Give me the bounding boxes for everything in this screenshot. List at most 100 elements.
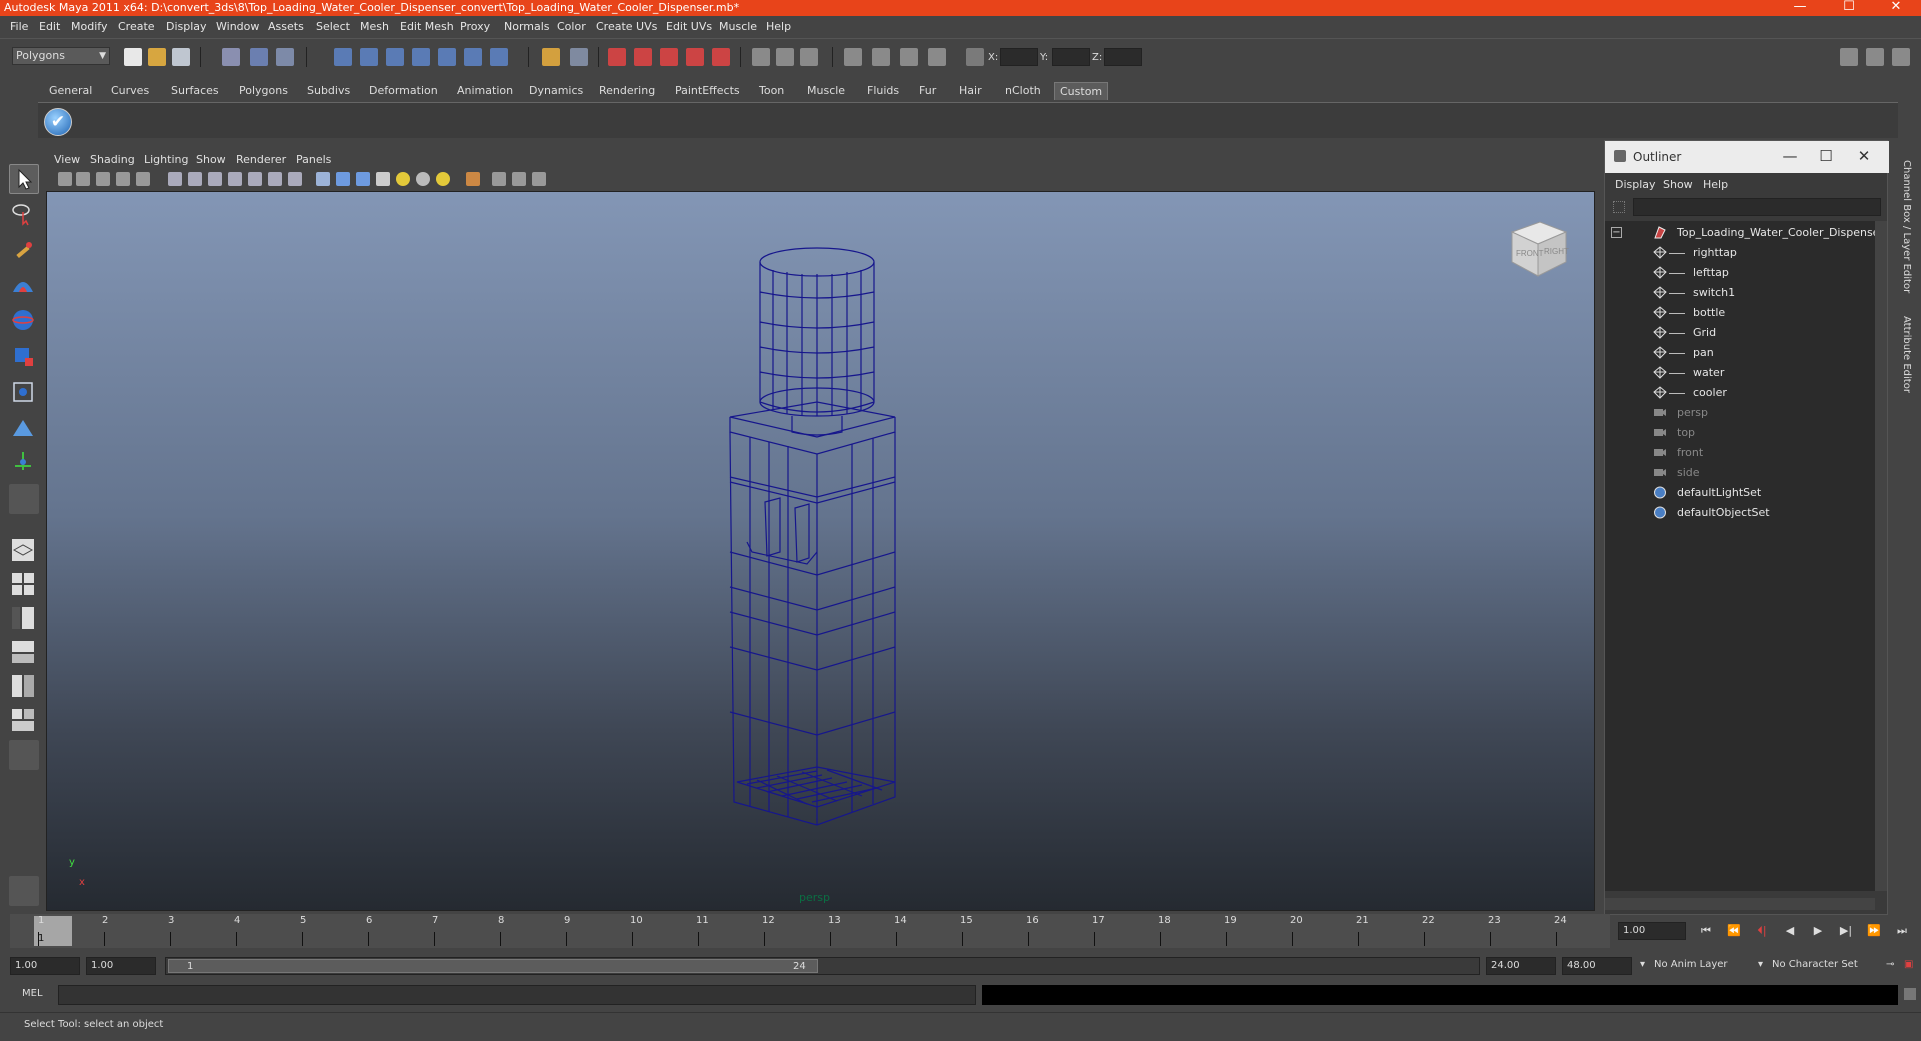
four-view-layout-icon[interactable]	[9, 570, 39, 600]
render-view-icon[interactable]	[712, 48, 730, 66]
select-object-icon[interactable]	[250, 48, 268, 66]
soft-modification-icon[interactable]	[9, 414, 39, 444]
menu-create[interactable]: Create	[118, 20, 155, 33]
outliner-item[interactable]: righttap	[1605, 243, 1875, 263]
more-layouts-icon[interactable]	[9, 740, 39, 770]
shelf-tab-polygons[interactable]: Polygons	[234, 82, 293, 100]
view-cube[interactable]: FRONT RIGHT	[1502, 214, 1572, 284]
outliner-item[interactable]: defaultObjectSet	[1605, 503, 1875, 523]
outliner-item[interactable]: Grid	[1605, 323, 1875, 343]
shelf-tab-curves[interactable]: Curves	[106, 82, 154, 100]
render-frame-icon[interactable]	[608, 48, 626, 66]
step-forward-key-button[interactable]: ⏩	[1864, 924, 1884, 940]
mel-label[interactable]: MEL	[22, 988, 43, 999]
tab-channel-box[interactable]: Channel Box / Layer Editor	[1896, 160, 1912, 293]
menu-edit-mesh[interactable]: Edit Mesh	[400, 20, 454, 33]
share-icon[interactable]	[532, 172, 546, 186]
menu-modify[interactable]: Modify	[71, 20, 107, 33]
show-hide-attribute-icon[interactable]	[776, 48, 794, 66]
menu-assets[interactable]: Assets	[268, 20, 304, 33]
shelf-tab-fluids[interactable]: Fluids	[862, 82, 904, 100]
camera-attributes-icon[interactable]	[58, 172, 72, 186]
outliner-item[interactable]: side	[1605, 463, 1875, 483]
menu-proxy[interactable]: Proxy	[460, 20, 490, 33]
lasso-tool-icon[interactable]	[9, 200, 39, 230]
menu-select[interactable]: Select	[316, 20, 350, 33]
select-hierarchy-icon[interactable]	[222, 48, 240, 66]
panel-menu-renderer[interactable]: Renderer	[236, 153, 286, 166]
anim-start-field[interactable]: 1.00	[86, 957, 156, 975]
perspective-viewport[interactable]: FRONT RIGHT y x persp	[46, 191, 1595, 911]
shadows-icon[interactable]	[436, 172, 450, 186]
show-hide-tool-settings-icon[interactable]	[800, 48, 818, 66]
character-set-dropdown[interactable]: No Character Set	[1768, 957, 1880, 975]
menu-file[interactable]: File	[10, 20, 28, 33]
outliner-item[interactable]: water	[1605, 363, 1875, 383]
show-manipulator-icon[interactable]	[9, 448, 39, 478]
all-lights-icon[interactable]	[416, 172, 430, 186]
save-scene-icon[interactable]	[172, 48, 190, 66]
shelf-tab-general[interactable]: General	[44, 82, 97, 100]
default-light-icon[interactable]	[396, 172, 410, 186]
history-icon[interactable]	[464, 48, 482, 66]
show-hide-channel-icon[interactable]	[752, 48, 770, 66]
hypershade-layout-icon[interactable]	[9, 672, 39, 702]
universal-manipulator-icon[interactable]	[9, 378, 39, 408]
checkmark-icon[interactable]: ✔	[44, 108, 72, 136]
new-scene-icon[interactable]	[124, 48, 142, 66]
panel-layout-icon[interactable]	[844, 48, 862, 66]
outliner-menu-display[interactable]: Display	[1615, 178, 1656, 191]
panel-menu-lighting[interactable]: Lighting	[144, 153, 188, 166]
outliner-search-input[interactable]	[1633, 198, 1881, 216]
outliner-minimize-button[interactable]: —	[1775, 145, 1805, 167]
panel-menu-view[interactable]: View	[54, 153, 80, 166]
last-tool-icon[interactable]	[9, 484, 39, 514]
close-button[interactable]: ✕	[1875, 0, 1917, 16]
shelf-tab-rendering[interactable]: Rendering	[594, 82, 660, 100]
shelf-tab-deformation[interactable]: Deformation	[364, 82, 443, 100]
outliner-item[interactable]: top	[1605, 423, 1875, 443]
panel-menu-shading[interactable]: Shading	[90, 153, 135, 166]
menu-edit[interactable]: Edit	[39, 20, 60, 33]
anim-end-field[interactable]: 48.00	[1562, 957, 1632, 975]
output-ops-icon[interactable]	[570, 48, 588, 66]
outliner-horizontal-scrollbar[interactable]	[1605, 898, 1875, 910]
select-component-icon[interactable]	[276, 48, 294, 66]
persp-outliner-layout-icon[interactable]	[9, 706, 39, 736]
rotate-tool-icon[interactable]	[9, 306, 39, 336]
water-cooler-wireframe[interactable]	[47, 192, 1595, 911]
outliner-maximize-button[interactable]: ☐	[1811, 145, 1841, 167]
y-input[interactable]	[1052, 48, 1090, 66]
time-slider[interactable]: 1 1 2 3 4 5 6 7 8 9 10 11 12 13 14 15 16…	[10, 914, 1610, 948]
start-time-field[interactable]: 1.00	[10, 957, 80, 975]
hypershade-icon[interactable]	[686, 48, 704, 66]
grease-pencil-icon[interactable]	[136, 172, 150, 186]
anim-prefs-icon[interactable]: ▣	[1900, 957, 1918, 975]
step-back-key-button[interactable]: ⏪	[1724, 924, 1744, 940]
maximize-button[interactable]: ☐	[1828, 0, 1870, 16]
snap-point-icon[interactable]	[386, 48, 404, 66]
shelf-tab-custom[interactable]: Custom	[1054, 82, 1109, 100]
menu-help[interactable]: Help	[766, 20, 791, 33]
shelf-tab-animation[interactable]: Animation	[452, 82, 518, 100]
grid-toggle-icon[interactable]	[168, 172, 182, 186]
render-settings-icon[interactable]	[660, 48, 678, 66]
outliner-persp-layout-icon[interactable]	[9, 604, 39, 634]
x-input[interactable]	[1000, 48, 1038, 66]
wireframe-on-shaded-icon[interactable]	[356, 172, 370, 186]
make-live-icon[interactable]	[438, 48, 456, 66]
menu-create-uvs[interactable]: Create UVs	[596, 20, 657, 33]
play-backward-button[interactable]: ◀	[1780, 924, 1800, 940]
smooth-shade-icon[interactable]	[336, 172, 350, 186]
outliner-item[interactable]: pan	[1605, 343, 1875, 363]
play-forward-button[interactable]: ▶	[1808, 924, 1828, 940]
shelf-tab-hair[interactable]: Hair	[954, 82, 987, 100]
collapse-icon[interactable]: −	[1611, 227, 1622, 238]
range-slider-handle[interactable]: 1 24	[168, 959, 818, 973]
isolate-select-icon[interactable]	[466, 172, 480, 186]
shelf-tab-fur[interactable]: Fur	[914, 82, 941, 100]
go-to-end-button[interactable]: ⏭	[1892, 924, 1912, 940]
outliner-vertical-scrollbar[interactable]	[1875, 221, 1887, 891]
shelf-tab-toon[interactable]: Toon	[754, 82, 789, 100]
shelf-tab-subdivs[interactable]: Subdivs	[302, 82, 355, 100]
